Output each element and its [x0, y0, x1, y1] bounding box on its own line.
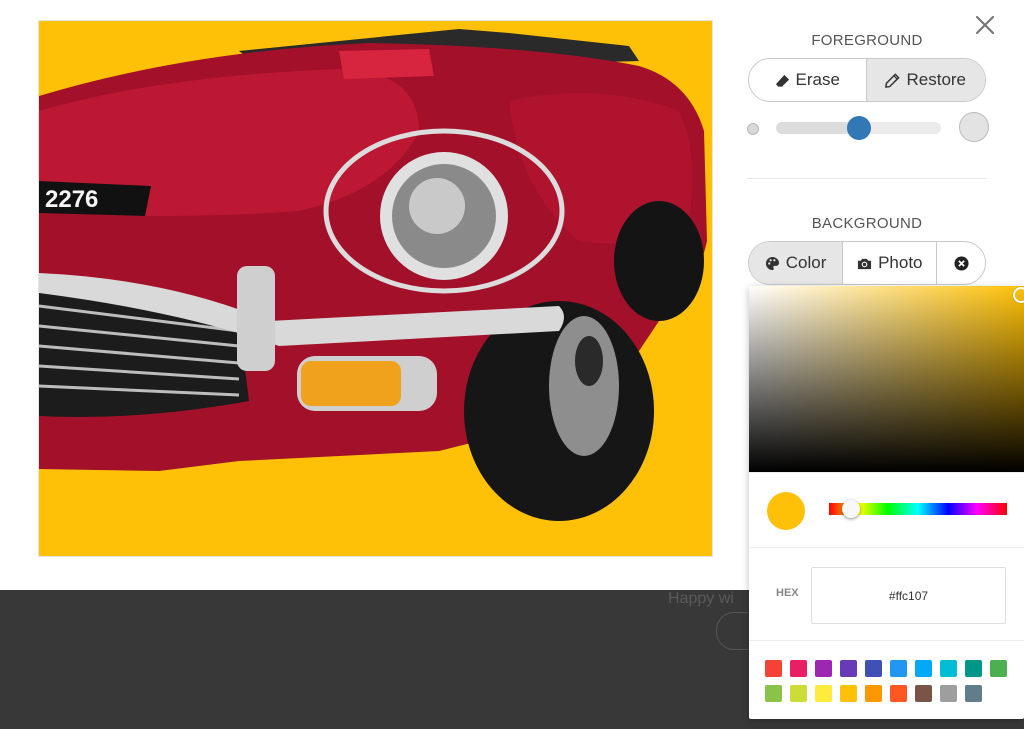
footer-partial-text: Happy wi [668, 590, 734, 607]
background-title: BACKGROUND [811, 215, 923, 232]
color-swatch[interactable] [840, 685, 857, 702]
remove-background-button[interactable] [936, 242, 985, 284]
saturation-value-area[interactable] [749, 286, 1024, 472]
color-swatch[interactable] [790, 685, 807, 702]
eraser-icon [775, 74, 789, 87]
color-swatch[interactable] [915, 685, 932, 702]
current-color-swatch [767, 492, 805, 530]
saturation-value-cursor[interactable] [1013, 287, 1024, 303]
color-picker: HEX [749, 286, 1024, 719]
photo-label: Photo [878, 253, 923, 272]
image-canvas[interactable]: 2276 [38, 20, 713, 557]
color-swatch[interactable] [865, 685, 882, 702]
color-swatch[interactable] [790, 660, 807, 677]
picker-divider [749, 472, 1024, 473]
color-swatch[interactable] [990, 660, 1007, 677]
brush-size-small-icon [747, 123, 759, 135]
brush-size-large-icon [959, 112, 989, 142]
color-label: Color [785, 253, 827, 272]
color-swatch[interactable] [940, 685, 957, 702]
color-swatch[interactable] [915, 660, 932, 677]
hex-input[interactable] [811, 567, 1006, 624]
color-swatch[interactable] [940, 660, 957, 677]
section-divider [747, 178, 987, 179]
color-swatch[interactable] [965, 685, 982, 702]
picker-divider [749, 640, 1024, 641]
color-swatch[interactable] [890, 685, 907, 702]
license-plate-text: 2276 [45, 186, 98, 213]
hue-slider-thumb[interactable] [842, 500, 861, 518]
pencil-icon [885, 72, 901, 88]
brush-size-slider-thumb[interactable] [846, 116, 871, 140]
color-swatch[interactable] [890, 660, 907, 677]
photo-button[interactable]: Photo [842, 242, 936, 284]
color-swatch[interactable] [765, 660, 782, 677]
camera-icon [858, 258, 872, 269]
color-swatch[interactable] [865, 660, 882, 677]
palette-icon [765, 256, 779, 270]
color-button[interactable]: Color [749, 242, 843, 284]
car-image: 2276 [39, 29, 707, 521]
color-swatch[interactable] [765, 685, 782, 702]
color-swatch[interactable] [815, 685, 832, 702]
picker-divider [749, 547, 1024, 548]
color-swatch[interactable] [840, 660, 857, 677]
background-mode-toggle: Color Photo [748, 241, 986, 285]
erase-button[interactable]: Erase [749, 59, 866, 101]
color-swatches [765, 660, 1015, 702]
restore-label: Restore [906, 70, 967, 89]
color-swatch[interactable] [965, 660, 982, 677]
erase-label: Erase [795, 70, 840, 89]
hex-label: HEX [776, 587, 799, 599]
color-swatch[interactable] [815, 660, 832, 677]
restore-button[interactable]: Restore [865, 59, 985, 101]
close-circle-icon [954, 255, 969, 271]
foreground-mode-toggle: Erase Restore [748, 58, 986, 102]
foreground-title: FOREGROUND [811, 32, 923, 49]
